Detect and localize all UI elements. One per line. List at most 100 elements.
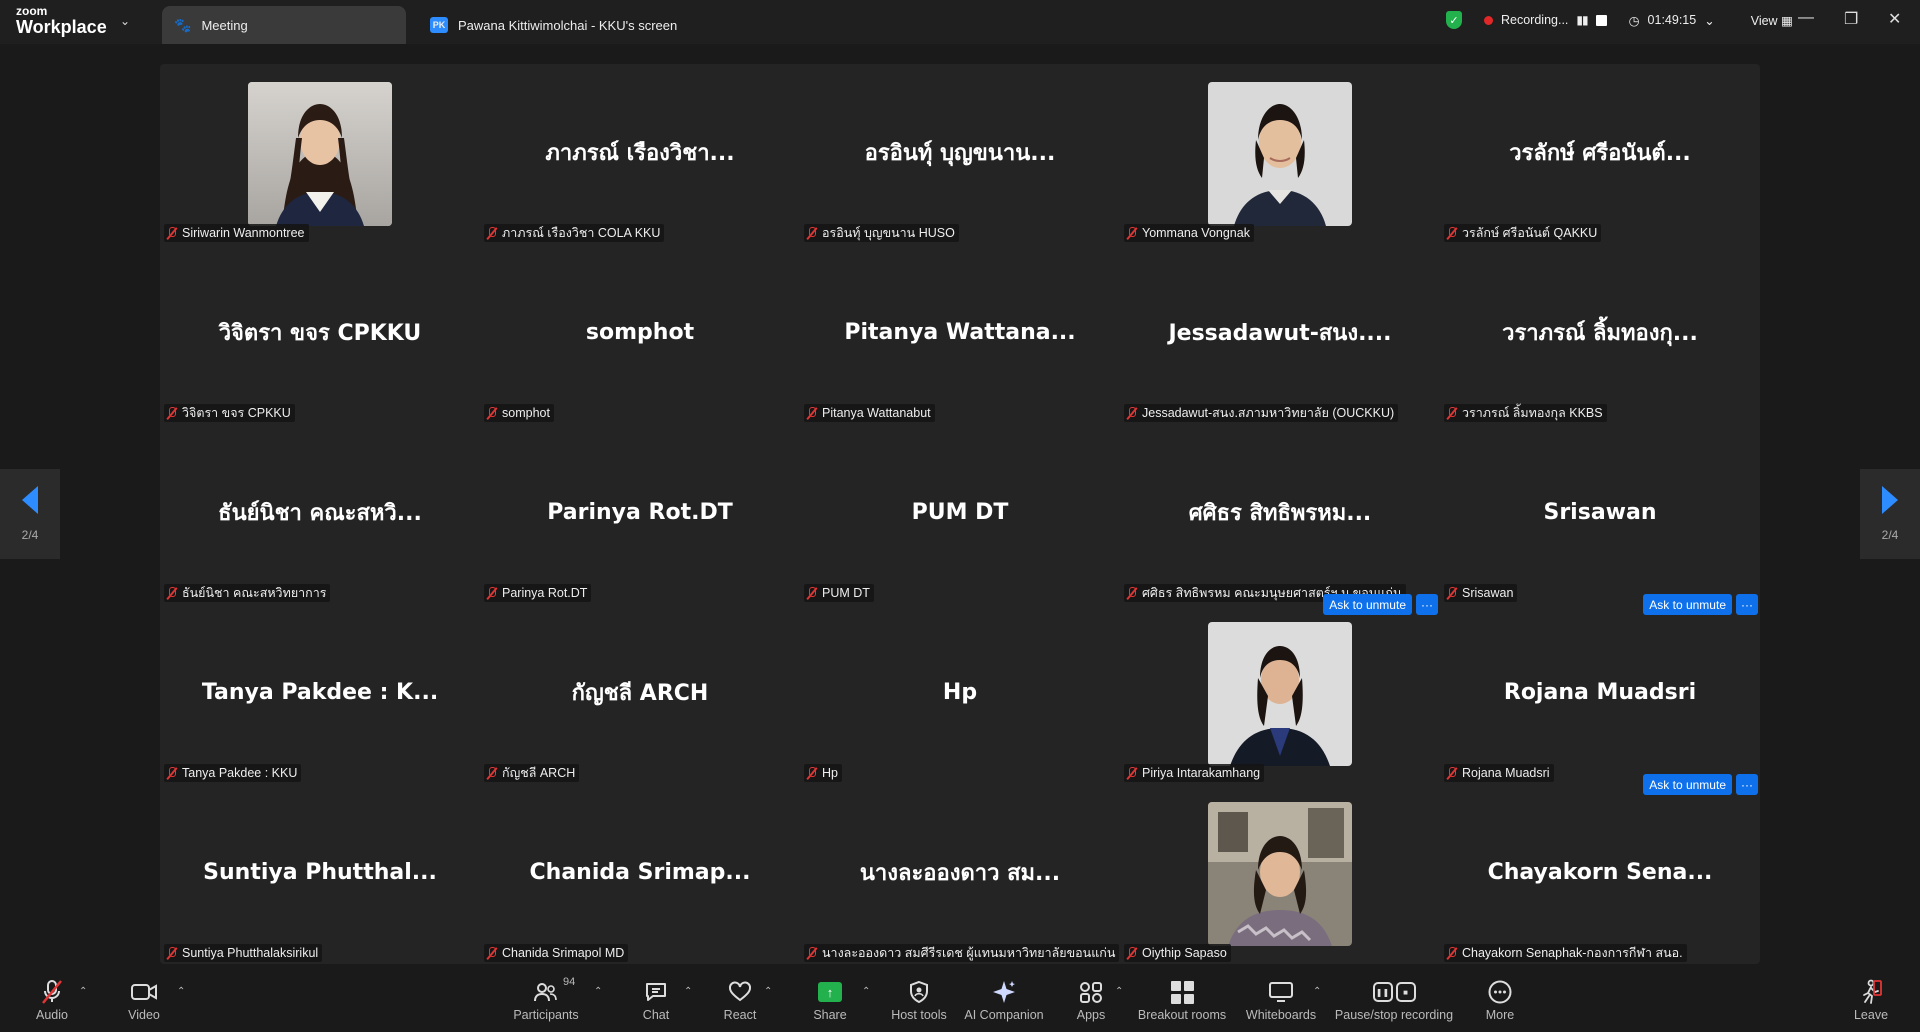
meeting-toolbar: Audio ⌃ Video ⌃ 94 Participants ⌃ Chat ⌃… [0,968,1920,1032]
participant-display-name: Chanida Srimap... [529,859,751,885]
whiteboard-icon [1268,978,1294,1006]
whiteboards-caret-icon[interactable]: ⌃ [1313,986,1321,997]
ask-to-unmute-button[interactable]: Ask to unmute [1323,594,1412,615]
participant-tile[interactable]: ศศิธร สิทธิพรหม... ศศิธร สิทธิพรหม คณะมนุ… [1120,424,1440,604]
apps-caret-icon[interactable]: ⌃ [1115,986,1123,997]
participant-tile[interactable]: Rojana Muadsri Rojana Muadsri Ask to unmut… [1440,594,1760,784]
recording-dot-icon [1484,15,1493,25]
react-caret-icon[interactable]: ⌃ [764,986,772,997]
participant-tile[interactable]: Chanida Srimap... Chanida Srimapol MD [480,784,800,964]
pause-stop-recording-button[interactable]: ❚❚ ■ Pause/stop recording [1334,978,1454,1030]
participant-name-tag: ภาภรณ์ เรืองวิชา COLA KKU [484,224,665,242]
participant-display-name: Suntiya Phutthal... [203,859,437,885]
ai-companion-button[interactable]: AI Companion [958,978,1050,1030]
mic-muted-icon [486,586,497,600]
host-tools-button[interactable]: Host tools [874,978,964,1030]
participant-tile[interactable]: Parinya Rot.DT Parinya Rot.DT [480,424,800,604]
participant-name-tag: Hp [804,764,842,782]
previous-page-button[interactable]: 2/4 [0,469,60,559]
next-page-button[interactable]: 2/4 [1860,469,1920,559]
leave-button[interactable]: Leave [1826,978,1916,1030]
participant-more-options-icon[interactable]: ··· [1416,594,1438,615]
participant-tile[interactable]: Yommana Vongnak [1120,64,1440,244]
share-caret-icon[interactable]: ⌃ [862,986,870,997]
mic-muted-icon [1446,226,1457,240]
stop-icon: ■ [1395,982,1416,1002]
video-options-caret-icon[interactable]: ⌃ [177,986,185,997]
participant-tile[interactable]: Chayakorn Sena... Chayakorn Senaphak-กองก… [1440,774,1760,964]
close-icon[interactable]: ✕ [1888,9,1901,29]
participant-display-name: Srisawan [1543,499,1657,525]
mic-muted-icon [166,946,177,960]
clock-icon: ◷ [1628,13,1640,28]
mic-muted-icon [486,766,497,780]
breakout-rooms-button[interactable]: Breakout rooms [1137,978,1227,1030]
participant-tile[interactable]: กัญชลี ARCH กัญชลี ARCH [480,604,800,784]
view-button[interactable]: View ▦ [1751,13,1793,28]
participant-tile[interactable]: PUM DT PUM DT [800,424,1120,604]
mic-muted-icon [166,766,177,780]
video-gallery: Siriwarin Wanmontree ภาภรณ์ เรืองวิชา... ภ… [160,64,1760,964]
tab-meeting[interactable]: 🐾 Meeting [162,6,406,44]
minimize-icon[interactable]: — [1798,9,1814,27]
participant-display-name: somphot [585,319,695,345]
participant-tile[interactable]: Jessadawut-สนง.... Jessadawut-สนง.สภามหาว… [1120,244,1440,424]
participant-name-tag: วิจิตรา ขจร CPKKU [164,404,295,422]
restore-icon[interactable]: ❐ [1844,9,1858,29]
stop-recording-icon[interactable] [1595,14,1607,26]
participant-tile[interactable]: somphot somphot [480,244,800,424]
participant-tile[interactable]: ภาภรณ์ เรืองวิชา... ภาภรณ์ เรืองวิชา COLA… [480,64,800,244]
pause-icon: ❚❚ [1372,982,1393,1002]
participant-more-options-icon[interactable]: ··· [1736,774,1758,795]
participants-button[interactable]: 94 Participants [501,976,591,1030]
participant-tile[interactable]: Hp Hp [800,604,1120,784]
participant-tile[interactable]: อรอินทุ์ บุญขนาน... อรอินทุ์ บุญขนาน HUSO [800,64,1120,244]
video-button[interactable]: Video [99,978,189,1030]
participant-name-tag: somphot [484,404,554,422]
participant-display-name: วรลักษ์ ศรีอนันต์... [1509,140,1691,166]
participants-count: 94 [563,976,576,988]
participant-tile[interactable]: วรลักษ์ ศรีอนันต์... วรลักษ์ ศรีอนันต์ QA… [1440,64,1760,244]
participant-tile[interactable]: Piriya Intarakamhang Ask to unmute ··· [1120,594,1440,784]
participant-more-options-icon[interactable]: ··· [1736,594,1758,615]
participants-caret-icon[interactable]: ⌃ [594,986,602,997]
participant-tile[interactable]: Pitanya Wattana... Pitanya Wattanabut [800,244,1120,424]
participant-name-tag: Chanida Srimapol MD [484,944,629,962]
participant-tile[interactable]: Siriwarin Wanmontree [160,64,480,244]
mic-muted-icon [40,978,64,1006]
meeting-timer[interactable]: 01:49:15 [1648,13,1697,27]
mic-muted-icon [806,946,817,960]
mic-muted-icon [166,226,177,240]
participant-avatar [1208,622,1352,766]
more-dots-icon [1487,978,1513,1006]
participant-tile[interactable]: วิจิตรา ขจร CPKKU วิจิตรา ขจร CPKKU [160,244,480,424]
chat-caret-icon[interactable]: ⌃ [684,986,692,997]
audio-options-caret-icon[interactable]: ⌃ [79,986,87,997]
shield-check-icon[interactable]: ✓ [1446,11,1462,29]
participant-tile[interactable]: Srisawan Srisawan [1440,424,1760,604]
tab-shared-screen[interactable]: PK Pawana Kittiwimolchai - KKU's screen [430,6,677,44]
participant-tile[interactable]: Oiythip Sapaso [1120,784,1440,964]
participant-display-name: นางละอองดาว สม... [859,860,1061,886]
paw-icon: 🐾 [174,16,192,33]
mic-muted-icon [806,766,817,780]
mic-muted-icon [1126,406,1137,420]
participant-display-name: ธันย์นิชา คณะสหวิ... [218,500,422,526]
participant-name-tag: Siriwarin Wanmontree [164,224,309,242]
participant-tile[interactable]: วราภรณ์ ลิ้มทองกุ... วราภรณ์ ลิ้มทองกุล K… [1440,244,1760,424]
ask-to-unmute-button[interactable]: Ask to unmute [1643,774,1732,795]
chevron-down-icon[interactable]: ⌄ [120,14,130,28]
pause-recording-icon[interactable]: ▮▮ [1576,13,1588,27]
participant-tile[interactable]: Tanya Pakdee : K... Tanya Pakdee : KKU [160,604,480,784]
ask-to-unmute-button[interactable]: Ask to unmute [1643,594,1732,615]
arrow-left-icon [22,486,38,514]
participant-name-tag: นางละอองดาว สมศีรีรเดช ผู้แทนมหาวิทยาลัย… [804,944,1120,962]
chevron-down-icon[interactable]: ⌄ [1704,13,1714,28]
participant-tile[interactable]: ธันย์นิชา คณะสหวิ... ธันย์นิชา คณะสหวิทยา… [160,424,480,604]
participant-tile[interactable]: นางละอองดาว สม... นางละอองดาว สมศีรีรเดช … [800,784,1120,964]
more-button[interactable]: More [1455,978,1545,1030]
zoom-logo: zoom Workplace [16,4,107,37]
mic-muted-icon [806,586,817,600]
participant-name-tag: Yommana Vongnak [1124,224,1254,242]
participant-tile[interactable]: Suntiya Phutthal... Suntiya Phutthalaksir… [160,784,480,964]
